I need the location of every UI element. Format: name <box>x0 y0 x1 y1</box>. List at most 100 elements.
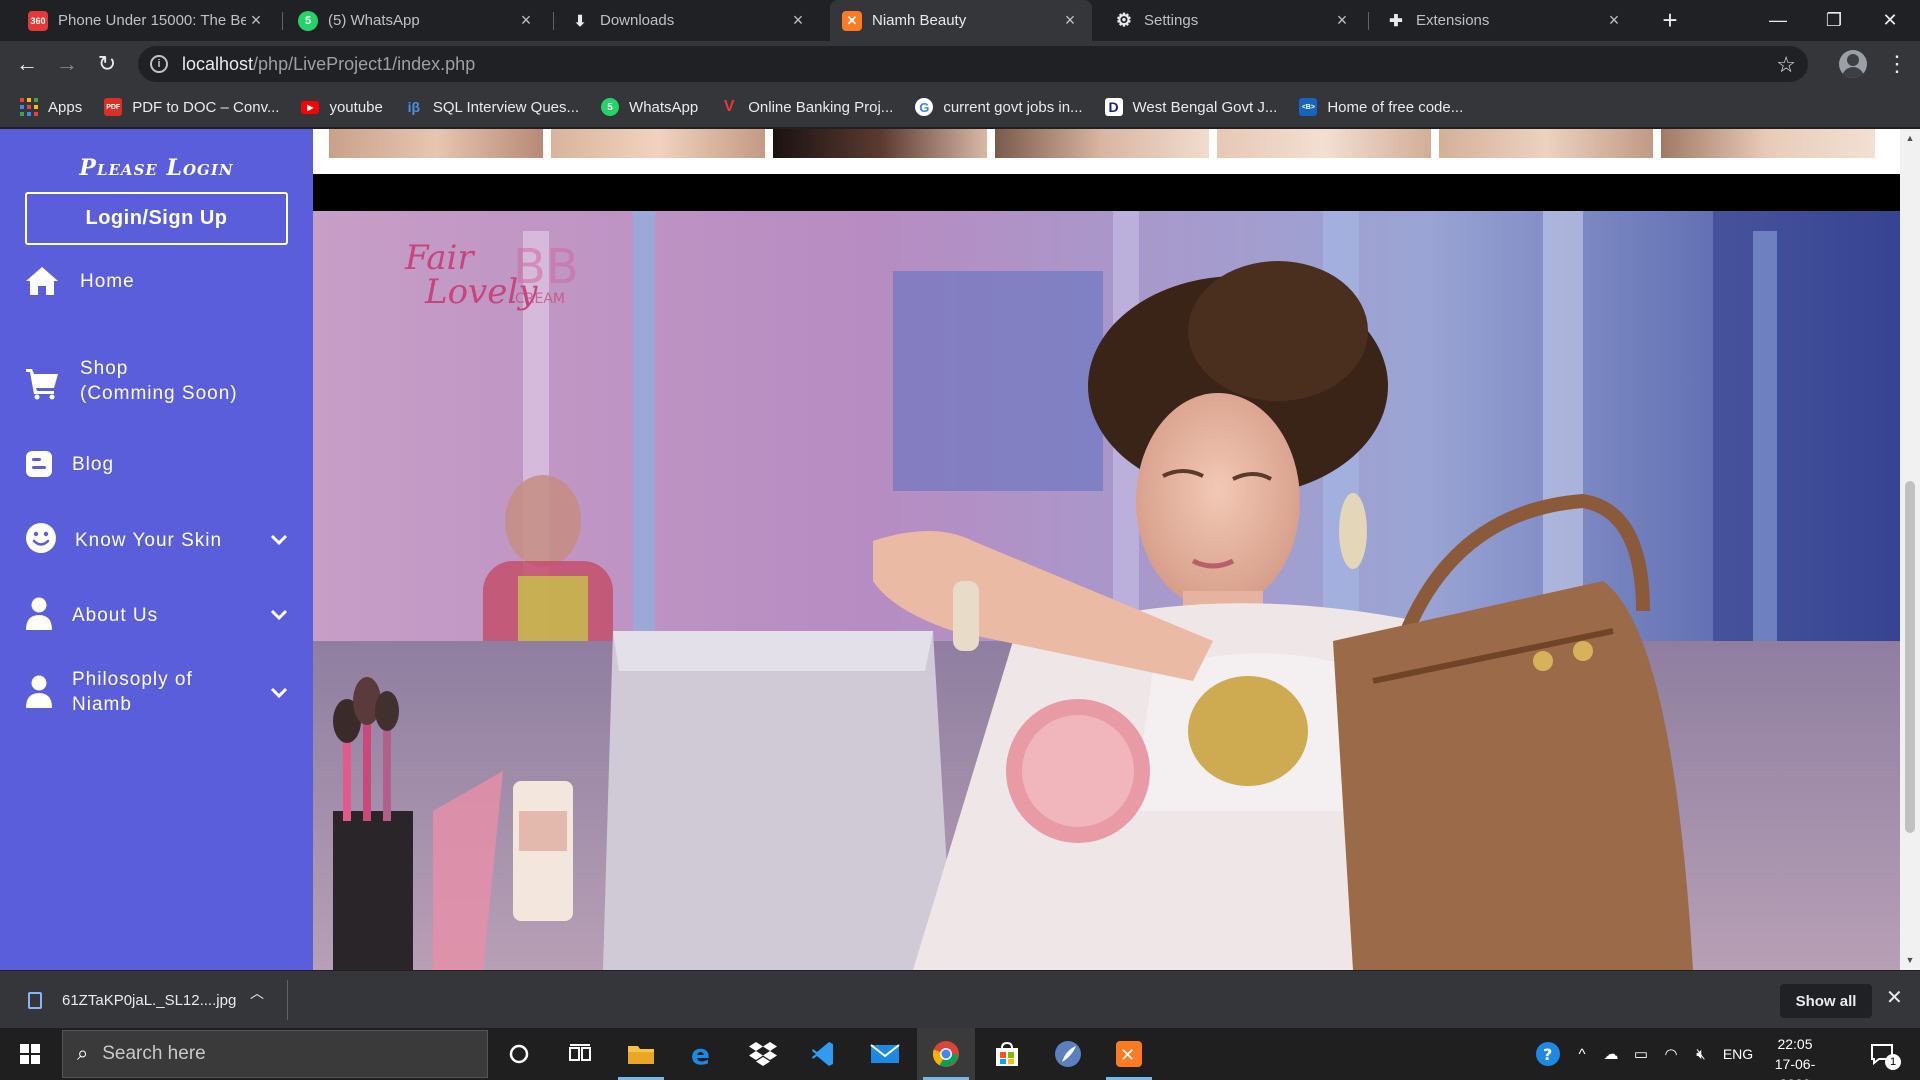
help-tray-button[interactable]: ? <box>1530 1028 1566 1080</box>
edge-icon: e <box>691 1040 710 1068</box>
close-icon[interactable]: × <box>516 10 536 31</box>
close-icon[interactable]: × <box>246 10 266 31</box>
taskbar-dropbox[interactable] <box>734 1028 792 1080</box>
close-icon[interactable]: × <box>1604 10 1624 31</box>
sidebar-item-know-your-skin[interactable]: Know Your Skin <box>0 515 313 565</box>
tab-downloads[interactable]: ⬇ Downloads × <box>558 0 820 41</box>
back-button[interactable]: ← <box>11 48 43 80</box>
scroll-down-icon[interactable]: ▼ <box>1905 955 1915 965</box>
bookmark-apps[interactable]: Apps <box>20 98 82 116</box>
taskbar-file-explorer[interactable] <box>612 1028 670 1080</box>
search-icon: ⌕ <box>77 1042 89 1065</box>
bookmark-star-icon[interactable]: ☆ <box>1776 52 1796 78</box>
close-window-button[interactable]: ✕ <box>1862 0 1918 41</box>
thumbnail-image[interactable] <box>1217 129 1431 158</box>
bookmark-online-banking[interactable]: V Online Banking Proj... <box>720 98 893 116</box>
close-icon[interactable]: × <box>1332 10 1352 31</box>
new-tab-button[interactable]: + <box>1656 6 1684 34</box>
start-button[interactable] <box>0 1028 60 1080</box>
sidebar-item-blog[interactable]: Blog <box>0 442 313 487</box>
thumbnail-image[interactable] <box>1439 129 1653 158</box>
taskbar-feather-app[interactable] <box>1039 1028 1097 1080</box>
tab-phone-under-15000[interactable]: 360 Phone Under 15000: The Bes × <box>16 0 278 41</box>
scroll-up-icon[interactable]: ▲ <box>1905 133 1915 143</box>
chevron-up-icon[interactable]: ︿ <box>250 983 264 1003</box>
page-scrollbar[interactable]: ▲ ▼ <box>1900 129 1920 970</box>
taskbar-edge[interactable]: e <box>673 1028 731 1080</box>
page-viewport: Please Login Login/Sign Up Home Shop (Co… <box>0 129 1920 970</box>
tab-extensions[interactable]: ✚ Extensions × <box>1374 0 1636 41</box>
thumbnail-image[interactable] <box>329 129 543 158</box>
chevron-up-icon[interactable]: ^ <box>1570 1028 1594 1080</box>
bookmark-pdf-to-doc[interactable]: PDF PDF to DOC – Conv... <box>104 98 279 116</box>
chevron-down-icon[interactable] <box>270 687 288 699</box>
windows-taskbar: ⌕ Search here e ✕ ? ^ ☁ ▭ ◠ 🔇︎ ENG 22:05 <box>0 1028 1920 1080</box>
user-icon <box>26 675 52 708</box>
sidebar-item-shop[interactable]: Shop (Comming Soon) <box>0 354 313 408</box>
show-all-button[interactable]: Show all <box>1780 984 1872 1018</box>
cloud-icon[interactable]: ☁ <box>1598 1028 1624 1080</box>
notification-center-button[interactable]: 1 <box>1860 1028 1904 1080</box>
close-icon[interactable]: × <box>1060 10 1080 31</box>
task-view-button[interactable] <box>551 1028 609 1080</box>
sidebar-item-philosophy[interactable]: Philosoply of Niamb <box>0 665 313 719</box>
taskbar-visual-studio-code[interactable] <box>795 1028 853 1080</box>
profile-avatar[interactable] <box>1839 50 1867 78</box>
chevron-down-icon[interactable] <box>270 534 288 546</box>
clock-date: 17-06-2020 <box>1774 1056 1816 1080</box>
minimize-button[interactable]: — <box>1750 0 1806 41</box>
code-editor-icon <box>812 1042 833 1066</box>
sidebar-item-home[interactable]: Home <box>0 259 313 304</box>
close-icon[interactable]: × <box>788 10 808 31</box>
taskbar-store[interactable] <box>978 1028 1036 1080</box>
bookmark-whatsapp[interactable]: 5 WhatsApp <box>601 98 698 116</box>
chevron-down-icon[interactable] <box>270 609 288 621</box>
bookmark-west-bengal[interactable]: D West Bengal Govt J... <box>1104 98 1278 116</box>
cortana-button[interactable] <box>490 1028 548 1080</box>
xampp-icon: ✕ <box>842 10 862 31</box>
address-bar[interactable]: i localhost/php/LiveProject1/index.php ☆ <box>138 46 1808 82</box>
thumbnail-image[interactable] <box>551 129 765 158</box>
taskbar-xampp[interactable]: ✕ <box>1100 1028 1158 1080</box>
bookmark-label: West Bengal Govt J... <box>1132 98 1278 116</box>
sidebar-item-about-us[interactable]: About Us <box>0 590 313 640</box>
taskbar-search-box[interactable]: ⌕ Search here <box>62 1030 488 1078</box>
thumbnail-image[interactable] <box>1661 129 1875 158</box>
wifi-icon[interactable]: ◠ <box>1658 1028 1684 1080</box>
bookmark-govt-jobs[interactable]: G current govt jobs in... <box>915 98 1083 116</box>
tab-whatsapp[interactable]: 5 (5) WhatsApp × <box>286 0 548 41</box>
chrome-icon <box>932 1041 959 1067</box>
volume-muted-icon[interactable]: 🔇︎ <box>1688 1028 1714 1080</box>
scrollbar-thumb[interactable] <box>1905 481 1915 833</box>
whatsapp-icon: 5 <box>601 98 620 116</box>
folder-icon <box>628 1046 654 1064</box>
bookmark-label: Home of free code... <box>1327 98 1464 116</box>
login-signup-button[interactable]: Login/Sign Up <box>25 192 288 245</box>
bookmark-youtube[interactable]: ▶ youtube <box>301 99 383 116</box>
taskbar-chrome[interactable] <box>917 1028 975 1080</box>
sidebar-item-sublabel: Niamb <box>72 694 132 715</box>
search-placeholder: Search here <box>102 1043 206 1064</box>
reload-button[interactable]: ↻ <box>91 48 123 80</box>
bookmark-sql-interview[interactable]: iβ SQL Interview Ques... <box>405 98 579 116</box>
thumbnail-image[interactable] <box>995 129 1209 158</box>
info-icon[interactable]: i <box>150 55 168 73</box>
thumbnail-image[interactable] <box>773 129 987 158</box>
download-item[interactable]: 61ZTaKP0jaL._SL12....jpg <box>20 981 288 1019</box>
taskbar-clock[interactable]: 22:05 17-06-2020 <box>1760 1034 1830 1080</box>
menu-kebab-icon[interactable]: ⋮ <box>1886 52 1908 76</box>
code-icon: <B> <box>1299 98 1318 116</box>
tab-niamh-beauty[interactable]: ✕ Niamh Beauty × <box>830 0 1092 41</box>
close-icon[interactable]: ✕ <box>1886 985 1903 1010</box>
bookmark-free-code[interactable]: <B> Home of free code... <box>1299 98 1463 116</box>
taskbar-mail[interactable] <box>856 1028 914 1080</box>
battery-icon[interactable]: ▭ <box>1628 1028 1654 1080</box>
language-indicator[interactable]: ENG <box>1720 1028 1756 1080</box>
fair-lovely-ad-video[interactable]: Fair Lovely BB CREAM <box>313 211 1900 970</box>
notification-count-badge: 1 <box>1885 1054 1901 1070</box>
forward-button[interactable]: → <box>51 48 83 80</box>
tab-settings[interactable]: ⚙ Settings × <box>1102 0 1364 41</box>
download-file-name: 61ZTaKP0jaL._SL12....jpg <box>62 991 237 1009</box>
bookmark-label: Online Banking Proj... <box>748 98 894 116</box>
restore-button[interactable]: ❐ <box>1806 0 1862 41</box>
